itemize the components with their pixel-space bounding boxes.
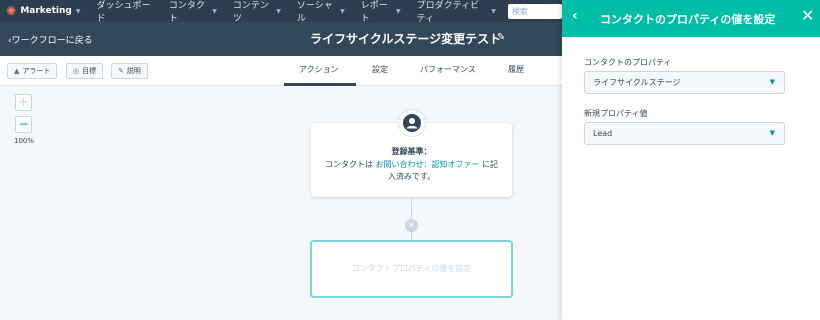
hub-switcher[interactable]: Marketing ▼ (20, 6, 80, 16)
nav-productivity[interactable]: プロダクティビティ ▼ (417, 0, 496, 24)
nav-contacts[interactable]: コンタクト ▼ (169, 0, 217, 24)
trigger-heading: 登録基準： (391, 147, 432, 156)
chevron-down-icon: ▼ (75, 7, 81, 15)
form-link[interactable]: お問い合わせ：認知オファー (376, 160, 480, 169)
set-property-panel: ‹ コンタクトのプロパティの値を設定 ✕ コンタクトのプロパティ ライフサイクル… (562, 0, 820, 320)
trigger-text: コンタクトは (324, 160, 376, 169)
panel-title: コンタクトのプロパティの値を設定 (600, 13, 776, 26)
chevron-left-icon[interactable]: ‹ (572, 8, 578, 24)
nav-label: ソーシャル (296, 1, 333, 24)
pending-action-card[interactable]: コンタクトプロパティの値を設定 (310, 240, 513, 298)
nav-reports[interactable]: レポート ▼ (361, 0, 401, 24)
alert-button[interactable]: ▲ アラート (7, 63, 58, 79)
workflow-toolbar: ▲ アラート ◎ 目標 ✎ 説明 アクション 設定 パフォーマンス 履歴 (0, 56, 562, 86)
chevron-down-icon: ▼ (340, 7, 345, 15)
caret-down-icon: ▼ (769, 129, 775, 137)
description-label: 説明 (126, 67, 141, 75)
pending-action-label: コンタクトプロパティの値を設定 (351, 264, 472, 273)
nav-label: ダッシュボード (96, 1, 151, 24)
back-label: ワークフローに戻る (11, 36, 93, 46)
nav-label: コンテンツ (232, 1, 269, 24)
property-select[interactable]: ライフサイクルステージ ▼ (584, 71, 785, 94)
chevron-down-icon: ▼ (396, 7, 401, 15)
remove-step-icon[interactable]: ✕ (405, 219, 418, 232)
workflow-title: ライフサイクルステージ変更テスト (310, 32, 502, 46)
search-input[interactable]: 検索 (507, 3, 562, 19)
tab-history[interactable]: 履歴 (508, 64, 524, 75)
enrollment-trigger-card[interactable]: 登録基準： コンタクトは お問い合わせ：認知オファー に記入済みです。 (311, 109, 512, 197)
zoom-level: 100% (14, 137, 35, 145)
workflow-header: ‹ワークフローに戻る ライフサイクルステージ変更テスト ✎ (0, 22, 562, 56)
warning-icon: ▲ (14, 67, 20, 75)
chevron-down-icon: ▼ (491, 7, 496, 15)
close-icon[interactable]: ✕ (801, 6, 814, 25)
target-icon: ◎ (73, 67, 80, 75)
new-value-label: 新規プロパティ値 (584, 109, 648, 118)
pencil-icon[interactable]: ✎ (497, 32, 505, 43)
alert-label: アラート (22, 67, 51, 75)
active-tab-indicator (284, 83, 356, 86)
nav-label: コンタクト (168, 1, 205, 24)
property-label: コンタクトのプロパティ (584, 58, 672, 67)
nav-dashboard[interactable]: ダッシュボード (97, 0, 153, 24)
nav-social[interactable]: ソーシャル ▼ (297, 0, 345, 24)
chevron-down-icon: ▼ (276, 7, 281, 15)
hubspot-logo-icon[interactable]: ✺ (4, 3, 18, 19)
goal-label: 目標 (82, 67, 97, 75)
tab-performance[interactable]: パフォーマンス (420, 64, 476, 75)
zoom-out-button[interactable]: − (15, 116, 32, 133)
tab-actions[interactable]: アクション (299, 64, 339, 75)
panel-header: ‹ コンタクトのプロパティの値を設定 ✕ (562, 0, 820, 37)
zoom-in-button[interactable]: + (15, 94, 32, 111)
top-navigation: ✺ Marketing ▼ ダッシュボード コンタクト ▼ コンテンツ ▼ ソーシャル… (0, 0, 562, 24)
nav-label: レポート (360, 1, 388, 24)
caret-down-icon: ▼ (769, 78, 775, 86)
description-button[interactable]: ✎ 説明 (111, 63, 148, 79)
goal-button[interactable]: ◎ 目標 (66, 63, 104, 79)
edit-icon: ✎ (118, 67, 124, 75)
contact-icon (398, 109, 426, 137)
new-value-select[interactable]: Lead ▼ (584, 122, 785, 145)
new-value: Lead (593, 129, 613, 138)
tab-settings[interactable]: 設定 (372, 64, 388, 75)
nav-content[interactable]: コンテンツ ▼ (233, 0, 281, 24)
hub-name: Marketing (20, 6, 72, 16)
property-value: ライフサイクルステージ (593, 78, 681, 87)
chevron-down-icon: ▼ (212, 7, 217, 15)
trigger-description: コンタクトは お問い合わせ：認知オファー に記入済みです。 (321, 159, 502, 183)
back-to-workflows-link[interactable]: ‹ワークフローに戻る (8, 33, 93, 46)
nav-label: プロダクティビティ (416, 1, 480, 24)
